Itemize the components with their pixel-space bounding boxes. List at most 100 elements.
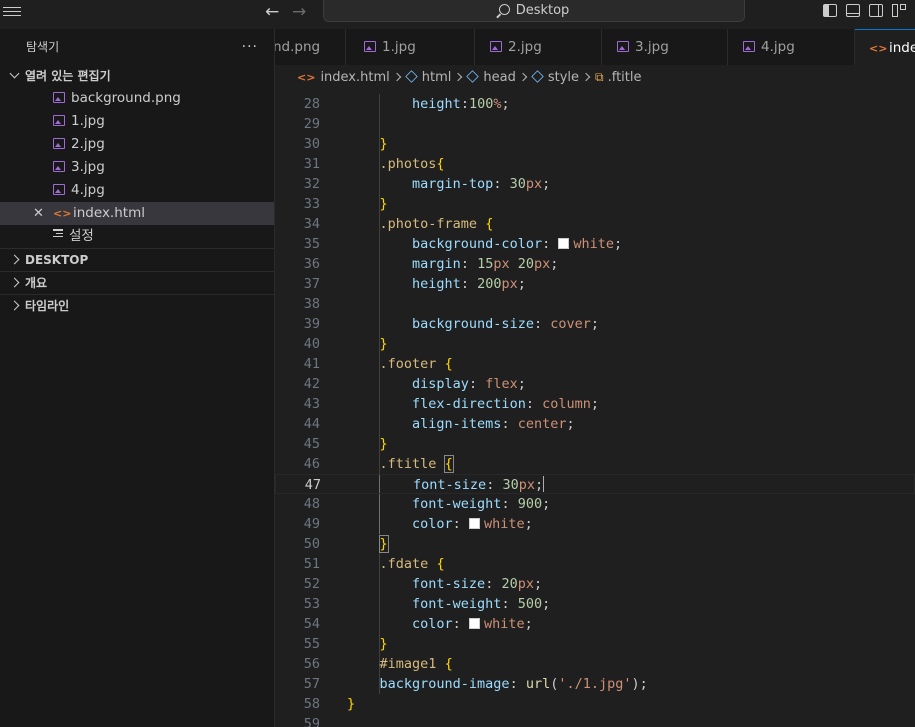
open-editor-item[interactable]: 4.jpg [0,179,274,202]
code-line[interactable]: 47 font-size: 30px; [275,474,915,494]
code-line[interactable]: 40 } [275,334,915,354]
code-line[interactable]: 53 font-weight: 500; [275,594,915,614]
back-arrow-icon[interactable]: ← [265,2,279,22]
code-line[interactable]: 38 [275,294,915,314]
tab-label: 2.jpg [508,39,542,55]
code-line[interactable]: 59 [275,714,915,727]
toggle-sidebar-icon[interactable] [823,4,837,17]
code-line[interactable]: 45 } [275,434,915,454]
breadcrumb-item[interactable]: index.html [320,70,389,85]
tab-label: 3.jpg [635,39,669,55]
code-line[interactable]: 33 } [275,194,915,214]
breadcrumb-item[interactable]: head [483,70,515,85]
code-line[interactable]: 46 .ftitle { [275,454,915,474]
open-editor-item-active[interactable]: ✕ <> index.html [0,202,274,225]
timeline-section[interactable]: 타임라인 [0,295,274,317]
breadcrumb-item[interactable]: html [422,70,452,85]
image-file-icon [617,41,629,52]
color-swatch[interactable] [468,618,480,629]
open-editor-item[interactable]: 3.jpg [0,156,274,179]
line-number: 37 [303,276,320,292]
desktop-section[interactable]: DESKTOP [0,249,274,271]
code-line[interactable]: 51 .fdate { [275,554,915,574]
code-line[interactable]: 37 height: 200px; [275,274,915,294]
breadcrumb-item[interactable]: .ftitle [608,70,642,85]
customize-layout-icon[interactable] [892,4,906,17]
line-number: 54 [303,616,320,632]
code-line[interactable]: 36 margin: 15px 20px; [275,254,915,274]
toggle-panel-icon[interactable] [846,4,860,17]
line-number: 51 [303,556,320,572]
html-file-icon: <> [869,42,888,55]
line-number: 34 [303,216,320,232]
code-text: margin-top: 30px; [412,176,551,192]
code-line[interactable]: 35 background-color: white; [275,234,915,254]
code-line[interactable]: 43 flex-direction: column; [275,394,915,414]
code-line[interactable]: 31 .photos{ [275,154,915,174]
code-line[interactable]: 54 color: white; [275,614,915,634]
open-editor-item[interactable]: 2.jpg [0,133,274,156]
tab-label: 1.jpg [382,39,416,55]
close-icon[interactable]: ✕ [33,202,44,225]
forward-arrow-icon[interactable]: → [292,2,306,22]
code-line[interactable]: 39 background-size: cover; [275,314,915,334]
code-line[interactable]: 58} [275,694,915,714]
image-file-icon [53,184,65,195]
open-editor-item[interactable]: 1.jpg [0,110,274,133]
image-file-icon [53,138,65,149]
more-actions-icon[interactable]: ··· [242,29,258,65]
line-number: 46 [303,456,320,472]
line-number: 57 [303,676,320,692]
color-swatch[interactable] [468,518,480,529]
code-text: .ftitle { [379,455,454,473]
code-line[interactable]: 57 background-image: url('./1.jpg'); [275,674,915,694]
breadcrumb-item[interactable]: style [548,70,579,85]
line-number: 53 [303,596,320,612]
layout-controls [823,2,915,21]
tab-label: 4.jpg [761,39,795,55]
breadcrumb: <> index.html html head style ⧉ .ftitle [275,65,915,89]
line-number: 42 [303,376,320,392]
open-editors-section[interactable]: 열려 있는 편집기 [0,65,274,87]
toggle-secondary-sidebar-icon[interactable] [869,4,883,17]
code-text: } [347,696,356,712]
code-text: #image1 { [379,656,453,672]
command-center-search[interactable]: Desktop [323,0,745,22]
tab-4-jpg[interactable]: 4.jpg [728,29,855,65]
code-line[interactable]: 32 margin-top: 30px; [275,174,915,194]
tab-index-html[interactable]: <>index [855,29,915,65]
tab-3-jpg[interactable]: 3.jpg [602,29,728,65]
code-line[interactable]: 55 } [275,634,915,654]
code-line[interactable]: 49 color: white; [275,514,915,534]
code-text: height: 200px; [412,276,526,292]
code-editor[interactable]: 28 height:100%; 29 30 } 31 .photos{32 margi… [275,89,915,727]
open-editor-item[interactable]: 설정 [0,225,274,248]
tab-2-jpg[interactable]: 2.jpg [475,29,602,65]
line-number: 44 [303,416,320,432]
code-line[interactable]: 50 } [275,534,915,554]
tab-background-png[interactable]: nd.png [275,29,346,65]
code-line[interactable]: 28 height:100%; [275,94,915,114]
search-label: Desktop [515,3,570,18]
open-editor-item[interactable]: background.png [0,87,274,110]
search-icon [498,4,510,15]
code-line[interactable]: 41 .footer { [275,354,915,374]
image-file-icon [490,41,502,52]
tab-1-jpg[interactable]: 1.jpg [349,29,475,65]
code-text: font-weight: 500; [412,596,551,612]
code-line[interactable]: 56 #image1 { [275,654,915,674]
line-number: 52 [303,576,320,592]
code-line[interactable]: 48 font-weight: 900; [275,494,915,514]
code-line[interactable]: 34 .photo-frame { [275,214,915,234]
code-line[interactable]: 42 display: flex; [275,374,915,394]
line-number: 47 [304,477,321,493]
color-swatch[interactable] [558,238,570,249]
outline-section[interactable]: 개요 [0,272,274,294]
menu-icon[interactable] [3,4,21,18]
element-icon [531,70,544,83]
code-line[interactable]: 30 } [275,134,915,154]
code-line[interactable]: 29 [275,114,915,134]
code-line[interactable]: 52 font-size: 20px; [275,574,915,594]
code-text: margin: 15px 20px; [412,256,559,272]
code-line[interactable]: 44 align-items: center; [275,414,915,434]
